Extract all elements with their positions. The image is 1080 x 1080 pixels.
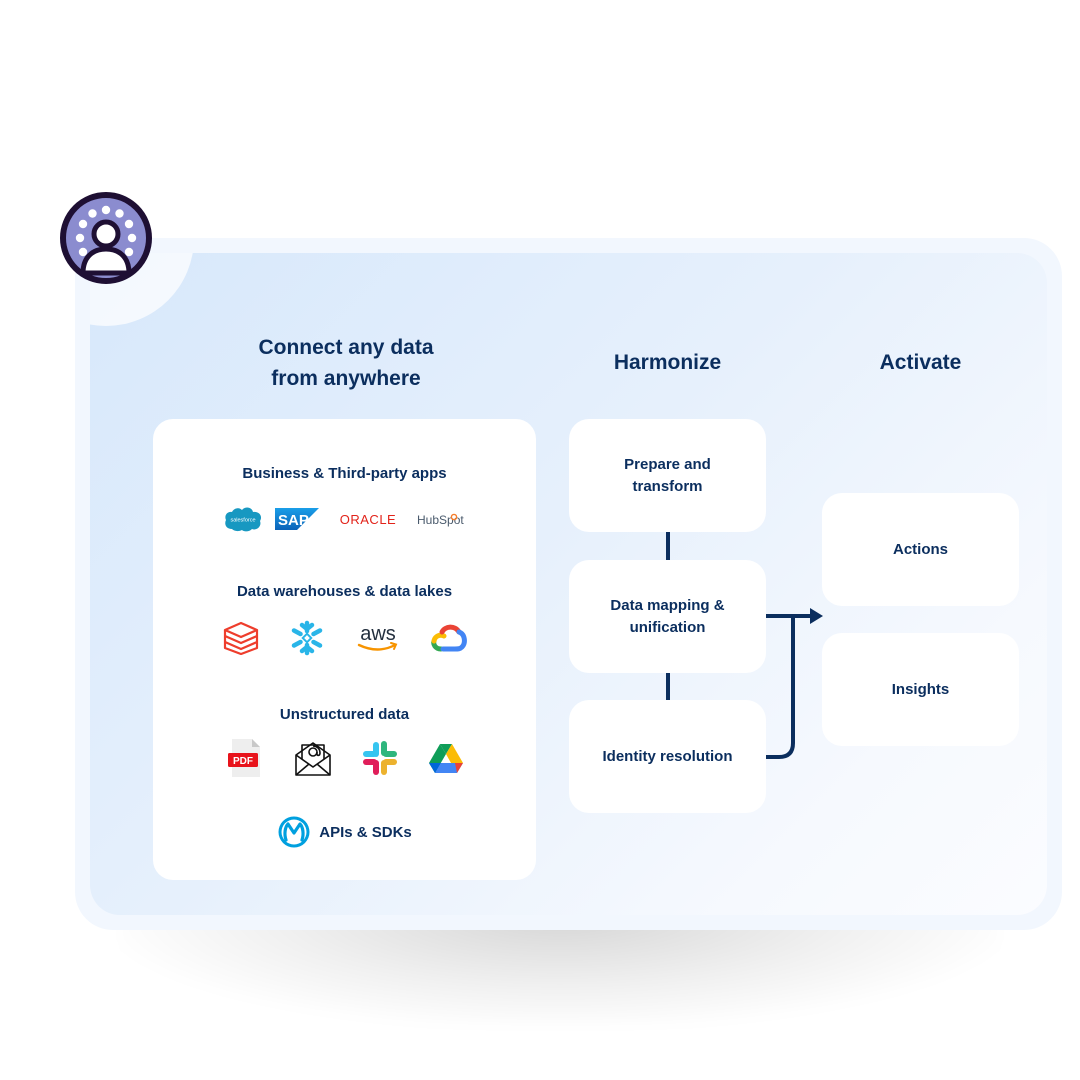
activate-label: Actions [892, 540, 948, 558]
svg-text:aws: aws [360, 623, 396, 645]
aws-logo: aws [355, 622, 401, 654]
harmonize-step-identity: Identity resolution [569, 700, 766, 813]
svg-text:salesforce: salesforce [230, 518, 255, 524]
data-sources-card: Business & Third-party apps salesforce S… [153, 419, 536, 880]
step-label-line1: Prepare and [624, 455, 711, 473]
hubspot-logo: HubSpot [417, 511, 467, 527]
email-icon [294, 739, 332, 777]
connect-title-line1: Connect any data [258, 336, 434, 359]
step-label-line1: Data mapping & [610, 596, 725, 614]
sap-logo: SAP [274, 508, 319, 530]
harmonize-column-title: Harmonize [613, 351, 722, 374]
snowflake-icon [289, 620, 325, 656]
apis-sdks-row: APIs & SDKs [153, 815, 536, 849]
apis-sdks-label: APIs & SDKs [319, 823, 412, 841]
svg-text:SAP: SAP [278, 512, 309, 529]
user-circle-icon [59, 191, 153, 285]
harmonize-step-prepare: Prepare and transform [569, 419, 766, 532]
google-cloud-icon [430, 623, 467, 653]
databricks-icon [223, 621, 259, 655]
slack-icon [362, 740, 398, 776]
google-drive-icon [428, 742, 464, 774]
data-warehouse-logos: aws [153, 620, 536, 656]
step-label-line2: transform [632, 477, 703, 495]
section-title-unstructured-data: Unstructured data [279, 706, 410, 723]
connect-column-title: Connect any data from anywhere [215, 332, 477, 394]
section-title-business-apps: Business & Third-party apps [242, 465, 447, 482]
mulesoft-icon [277, 815, 311, 849]
step-label-line1: Identity resolution [602, 747, 733, 765]
salesforce-logo: salesforce [223, 505, 263, 533]
unstructured-data-logos: PDF [153, 737, 536, 779]
svg-text:HubSpot: HubSpot [417, 513, 464, 527]
pdf-icon: PDF [226, 737, 264, 779]
section-title-data-warehouses: Data warehouses & data lakes [236, 583, 453, 600]
svg-text:ORACLE: ORACLE [339, 512, 395, 527]
activate-item-insights: Insights [822, 633, 1019, 746]
activate-label: Insights [891, 680, 950, 698]
svg-text:PDF: PDF [233, 756, 253, 767]
activate-column-title: Activate [879, 351, 962, 374]
step-label-line2: unification [629, 618, 706, 636]
oracle-logo: ORACLE [331, 511, 405, 527]
connect-title-line2: from anywhere [271, 367, 421, 390]
business-apps-logos: salesforce SAP ORACLE HubSpot [153, 505, 536, 533]
activate-item-actions: Actions [822, 493, 1019, 606]
harmonize-step-mapping: Data mapping & unification [569, 560, 766, 673]
